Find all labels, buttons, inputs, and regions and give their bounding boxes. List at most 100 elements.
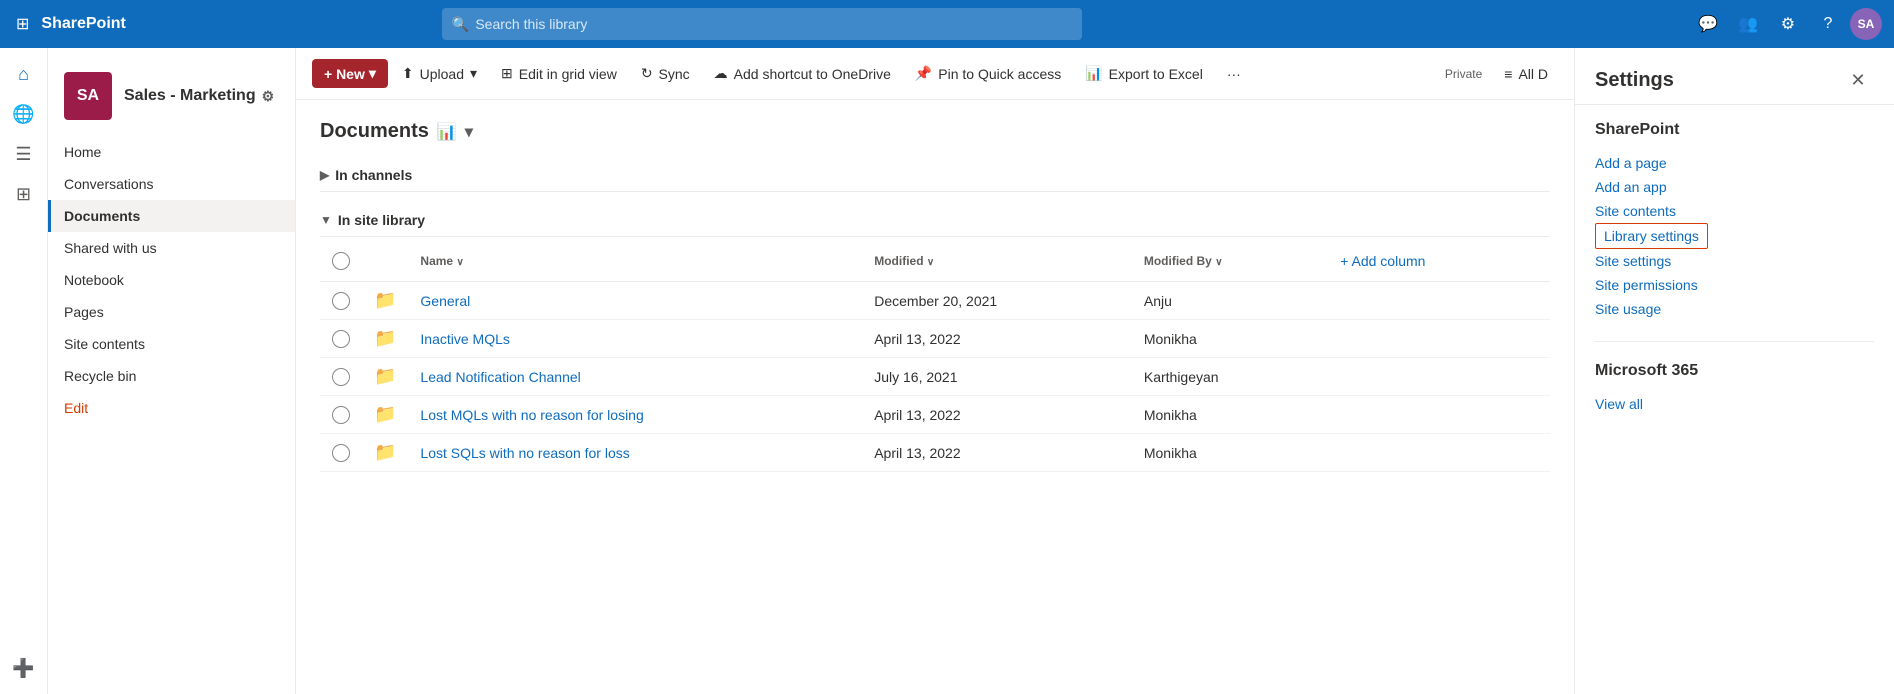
folder-icon: 📁 [374, 290, 396, 310]
section-view-icon[interactable]: 📊 [437, 122, 457, 142]
contacts-icon[interactable]: 👥 [1730, 6, 1766, 42]
name-column-header[interactable]: Name ∨ [408, 241, 862, 282]
sidebar-item-documents[interactable]: Documents [48, 200, 295, 232]
file-name[interactable]: Lost MQLs with no reason for losing [420, 407, 643, 423]
settings-icon[interactable]: ⚙ [1770, 6, 1806, 42]
site-avatar: SA [64, 72, 112, 120]
add-column-header[interactable]: + Add column [1320, 241, 1550, 282]
file-table: Name ∨ Modified ∨ Modified By ∨ + A [320, 241, 1550, 472]
pin-quick-access-button[interactable]: 📌 Pin to Quick access [905, 59, 1071, 88]
row-checkbox[interactable] [332, 444, 350, 462]
in-channels-group-header[interactable]: ▶ In channels [320, 159, 1550, 192]
file-name[interactable]: Inactive MQLs [420, 331, 509, 347]
folder-icon: 📁 [374, 366, 396, 386]
upload-button[interactable]: ⬆ Upload ▾ [392, 59, 487, 88]
sidebar: SA Sales - Marketing ⚙ Home Conversation… [48, 48, 296, 694]
section-title: Documents 📊 ▾ [320, 120, 1550, 143]
site-gear-icon[interactable]: ⚙ [262, 88, 275, 105]
microsoft365-settings-section: Microsoft 365 View all [1575, 346, 1894, 432]
file-modified: July 16, 2021 [862, 358, 1132, 396]
sidebar-item-home[interactable]: Home [48, 136, 295, 168]
file-name[interactable]: Lost SQLs with no reason for loss [420, 445, 629, 461]
add-column-button[interactable]: + Add column [1332, 249, 1433, 273]
file-type-header [362, 241, 408, 282]
file-modified-by: Monikha [1132, 320, 1320, 358]
folder-icon: 📁 [374, 442, 396, 462]
channels-chevron-icon: ▶ [320, 168, 329, 182]
microsoft365-section-title: Microsoft 365 [1595, 362, 1874, 380]
row-checkbox[interactable] [332, 330, 350, 348]
add-page-link[interactable]: Add a page [1595, 151, 1874, 175]
more-options-button[interactable]: ··· [1217, 60, 1251, 88]
toolbar-right: Private ≡ All D [1445, 60, 1558, 88]
help-icon[interactable]: ? [1810, 6, 1846, 42]
add-rail-icon[interactable]: ➕ [6, 650, 42, 686]
sidebar-item-conversations[interactable]: Conversations [48, 168, 295, 200]
search-box[interactable]: 🔍 [442, 8, 1082, 40]
folder-icon: 📁 [374, 328, 396, 348]
edit-grid-button[interactable]: ⊞ Edit in grid view [491, 59, 627, 88]
top-navigation: ⊞ SharePoint 🔍 💬 👥 ⚙ ? SA [0, 0, 1894, 48]
new-button[interactable]: + New ▾ [312, 59, 388, 88]
row-checkbox[interactable] [332, 292, 350, 310]
file-modified-by: Karthigeyan [1132, 358, 1320, 396]
waffle-icon[interactable]: ⊞ [12, 10, 33, 38]
chat-icon[interactable]: 💬 [1690, 6, 1726, 42]
sidebar-edit-link[interactable]: Edit [48, 392, 295, 424]
sharepoint-section-title: SharePoint [1595, 121, 1874, 139]
sidebar-nav: Home Conversations Documents Shared with… [48, 136, 295, 424]
file-name[interactable]: Lead Notification Channel [420, 369, 580, 385]
site-usage-link[interactable]: Site usage [1595, 297, 1874, 321]
select-all-header[interactable] [320, 241, 362, 282]
settings-close-button[interactable]: ✕ [1842, 64, 1874, 96]
icon-rail: ⌂ 🌐 ☰ ⊞ ➕ [0, 48, 48, 694]
site-library-chevron-icon: ▼ [320, 213, 332, 227]
in-site-library-group-header[interactable]: ▼ In site library [320, 204, 1550, 237]
site-permissions-link[interactable]: Site permissions [1595, 273, 1874, 297]
section-dropdown-icon[interactable]: ▾ [465, 122, 473, 142]
row-checkbox[interactable] [332, 368, 350, 386]
sidebar-item-notebook[interactable]: Notebook [48, 264, 295, 296]
site-contents-link[interactable]: Site contents [1595, 199, 1874, 223]
add-app-link[interactable]: Add an app [1595, 175, 1874, 199]
sync-button[interactable]: ↻ Sync [631, 59, 700, 88]
all-documents-button[interactable]: ≡ All D [1494, 60, 1558, 88]
private-badge: Private [1445, 67, 1482, 81]
sidebar-item-shared[interactable]: Shared with us [48, 232, 295, 264]
export-excel-button[interactable]: 📊 Export to Excel [1075, 59, 1213, 88]
settings-title: Settings [1595, 69, 1674, 92]
select-all-checkbox[interactable] [332, 252, 350, 270]
globe-rail-icon[interactable]: 🌐 [6, 96, 42, 132]
file-modified: April 13, 2022 [862, 320, 1132, 358]
table-row: 📁 Inactive MQLs April 13, 2022 Monikha [320, 320, 1550, 358]
file-modified-by: Monikha [1132, 396, 1320, 434]
home-rail-icon[interactable]: ⌂ [6, 56, 42, 92]
settings-divider [1595, 341, 1874, 342]
content-main: Documents 📊 ▾ ▶ In channels ▼ In site li… [296, 100, 1574, 694]
modified-column-header[interactable]: Modified ∨ [862, 241, 1132, 282]
folder-icon: 📁 [374, 404, 396, 424]
modified-by-column-header[interactable]: Modified By ∨ [1132, 241, 1320, 282]
sidebar-item-site-contents[interactable]: Site contents [48, 328, 295, 360]
file-name[interactable]: General [420, 293, 470, 309]
user-avatar[interactable]: SA [1850, 8, 1882, 40]
row-checkbox[interactable] [332, 406, 350, 424]
file-modified-by: Monikha [1132, 434, 1320, 472]
sharepoint-settings-section: SharePoint Add a page Add an app Site co… [1575, 105, 1894, 337]
settings-header: Settings ✕ [1575, 48, 1894, 105]
name-sort-icon: ∨ [456, 257, 463, 268]
view-icon: ≡ [1504, 66, 1512, 82]
sidebar-item-recycle-bin[interactable]: Recycle bin [48, 360, 295, 392]
feed-rail-icon[interactable]: ☰ [6, 136, 42, 172]
site-settings-link[interactable]: Site settings [1595, 249, 1874, 273]
more-icon: ··· [1227, 66, 1241, 82]
apps-rail-icon[interactable]: ⊞ [6, 176, 42, 212]
file-modified-by: Anju [1132, 282, 1320, 320]
view-all-link[interactable]: View all [1595, 392, 1874, 416]
search-input[interactable] [475, 16, 1072, 32]
library-settings-link[interactable]: Library settings [1595, 223, 1708, 249]
add-shortcut-button[interactable]: ☁ Add shortcut to OneDrive [704, 59, 901, 88]
sidebar-item-pages[interactable]: Pages [48, 296, 295, 328]
sharepoint-logo[interactable]: SharePoint [41, 15, 125, 33]
upload-chevron-icon: ▾ [470, 65, 477, 82]
